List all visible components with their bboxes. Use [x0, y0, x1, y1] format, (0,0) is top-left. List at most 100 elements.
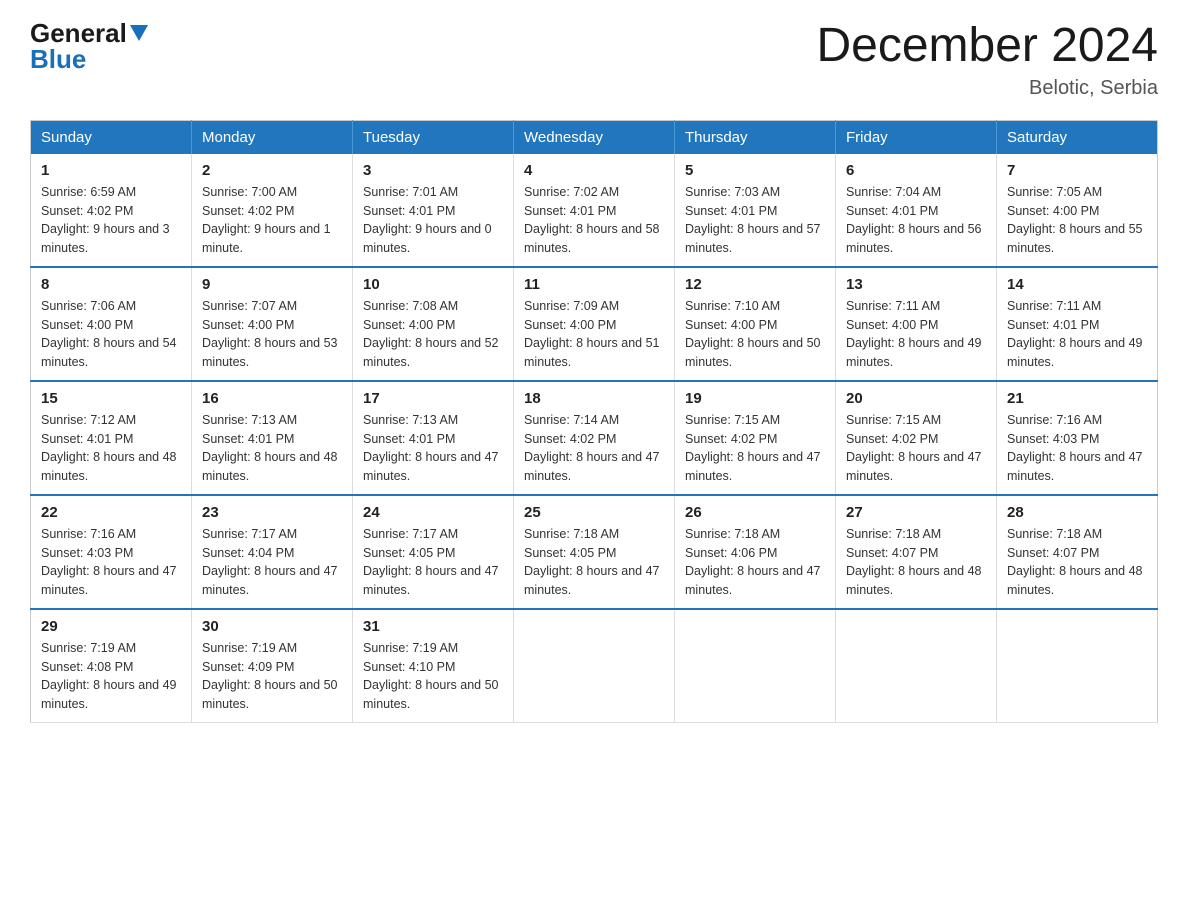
day-number: 3 — [363, 162, 503, 179]
table-row: 29 Sunrise: 7:19 AM Sunset: 4:08 PM Dayl… — [31, 609, 192, 723]
table-row: 2 Sunrise: 7:00 AM Sunset: 4:02 PM Dayli… — [192, 154, 353, 267]
table-row: 12 Sunrise: 7:10 AM Sunset: 4:00 PM Dayl… — [675, 267, 836, 381]
table-row — [675, 609, 836, 723]
table-row: 19 Sunrise: 7:15 AM Sunset: 4:02 PM Dayl… — [675, 381, 836, 495]
table-row: 11 Sunrise: 7:09 AM Sunset: 4:00 PM Dayl… — [514, 267, 675, 381]
header-thursday: Thursday — [675, 120, 836, 154]
table-row: 13 Sunrise: 7:11 AM Sunset: 4:00 PM Dayl… — [836, 267, 997, 381]
day-info: Sunrise: 7:15 AM Sunset: 4:02 PM Dayligh… — [685, 411, 825, 486]
day-number: 23 — [202, 504, 342, 521]
day-number: 15 — [41, 390, 181, 407]
day-number: 22 — [41, 504, 181, 521]
table-row: 5 Sunrise: 7:03 AM Sunset: 4:01 PM Dayli… — [675, 154, 836, 267]
day-info: Sunrise: 7:15 AM Sunset: 4:02 PM Dayligh… — [846, 411, 986, 486]
table-row: 16 Sunrise: 7:13 AM Sunset: 4:01 PM Dayl… — [192, 381, 353, 495]
day-number: 27 — [846, 504, 986, 521]
day-info: Sunrise: 7:17 AM Sunset: 4:04 PM Dayligh… — [202, 525, 342, 600]
calendar-table: Sunday Monday Tuesday Wednesday Thursday… — [30, 120, 1158, 723]
day-number: 10 — [363, 276, 503, 293]
table-row — [836, 609, 997, 723]
table-row: 9 Sunrise: 7:07 AM Sunset: 4:00 PM Dayli… — [192, 267, 353, 381]
day-info: Sunrise: 7:16 AM Sunset: 4:03 PM Dayligh… — [1007, 411, 1147, 486]
header-tuesday: Tuesday — [353, 120, 514, 154]
day-number: 2 — [202, 162, 342, 179]
day-number: 6 — [846, 162, 986, 179]
table-row: 26 Sunrise: 7:18 AM Sunset: 4:06 PM Dayl… — [675, 495, 836, 609]
day-number: 4 — [524, 162, 664, 179]
day-number: 9 — [202, 276, 342, 293]
table-row: 30 Sunrise: 7:19 AM Sunset: 4:09 PM Dayl… — [192, 609, 353, 723]
header-sunday: Sunday — [31, 120, 192, 154]
day-number: 29 — [41, 618, 181, 635]
calendar-subtitle: Belotic, Serbia — [816, 77, 1158, 100]
title-section: December 2024 Belotic, Serbia — [816, 20, 1158, 100]
calendar-title: December 2024 — [816, 20, 1158, 73]
day-info: Sunrise: 7:16 AM Sunset: 4:03 PM Dayligh… — [41, 525, 181, 600]
day-number: 16 — [202, 390, 342, 407]
day-info: Sunrise: 7:03 AM Sunset: 4:01 PM Dayligh… — [685, 183, 825, 258]
day-number: 30 — [202, 618, 342, 635]
day-info: Sunrise: 7:19 AM Sunset: 4:09 PM Dayligh… — [202, 639, 342, 714]
day-info: Sunrise: 7:18 AM Sunset: 4:07 PM Dayligh… — [846, 525, 986, 600]
day-number: 17 — [363, 390, 503, 407]
table-row — [997, 609, 1158, 723]
day-number: 11 — [524, 276, 664, 293]
day-number: 12 — [685, 276, 825, 293]
day-info: Sunrise: 7:07 AM Sunset: 4:00 PM Dayligh… — [202, 297, 342, 372]
calendar-week-2: 8 Sunrise: 7:06 AM Sunset: 4:00 PM Dayli… — [31, 267, 1158, 381]
day-number: 7 — [1007, 162, 1147, 179]
table-row: 21 Sunrise: 7:16 AM Sunset: 4:03 PM Dayl… — [997, 381, 1158, 495]
table-row: 1 Sunrise: 6:59 AM Sunset: 4:02 PM Dayli… — [31, 154, 192, 267]
calendar-header-row: Sunday Monday Tuesday Wednesday Thursday… — [31, 120, 1158, 154]
day-number: 20 — [846, 390, 986, 407]
table-row: 20 Sunrise: 7:15 AM Sunset: 4:02 PM Dayl… — [836, 381, 997, 495]
table-row: 8 Sunrise: 7:06 AM Sunset: 4:00 PM Dayli… — [31, 267, 192, 381]
day-info: Sunrise: 7:17 AM Sunset: 4:05 PM Dayligh… — [363, 525, 503, 600]
day-number: 28 — [1007, 504, 1147, 521]
table-row: 25 Sunrise: 7:18 AM Sunset: 4:05 PM Dayl… — [514, 495, 675, 609]
day-info: Sunrise: 7:02 AM Sunset: 4:01 PM Dayligh… — [524, 183, 664, 258]
day-info: Sunrise: 7:19 AM Sunset: 4:10 PM Dayligh… — [363, 639, 503, 714]
day-number: 18 — [524, 390, 664, 407]
logo-general: General — [30, 20, 148, 46]
day-info: Sunrise: 7:13 AM Sunset: 4:01 PM Dayligh… — [363, 411, 503, 486]
table-row: 24 Sunrise: 7:17 AM Sunset: 4:05 PM Dayl… — [353, 495, 514, 609]
table-row: 22 Sunrise: 7:16 AM Sunset: 4:03 PM Dayl… — [31, 495, 192, 609]
day-info: Sunrise: 7:13 AM Sunset: 4:01 PM Dayligh… — [202, 411, 342, 486]
page-header: General Blue December 2024 Belotic, Serb… — [30, 20, 1158, 100]
calendar-week-4: 22 Sunrise: 7:16 AM Sunset: 4:03 PM Dayl… — [31, 495, 1158, 609]
day-number: 25 — [524, 504, 664, 521]
day-info: Sunrise: 7:18 AM Sunset: 4:05 PM Dayligh… — [524, 525, 664, 600]
table-row: 4 Sunrise: 7:02 AM Sunset: 4:01 PM Dayli… — [514, 154, 675, 267]
day-info: Sunrise: 7:10 AM Sunset: 4:00 PM Dayligh… — [685, 297, 825, 372]
table-row: 28 Sunrise: 7:18 AM Sunset: 4:07 PM Dayl… — [997, 495, 1158, 609]
calendar-week-5: 29 Sunrise: 7:19 AM Sunset: 4:08 PM Dayl… — [31, 609, 1158, 723]
table-row: 7 Sunrise: 7:05 AM Sunset: 4:00 PM Dayli… — [997, 154, 1158, 267]
table-row: 15 Sunrise: 7:12 AM Sunset: 4:01 PM Dayl… — [31, 381, 192, 495]
day-number: 5 — [685, 162, 825, 179]
table-row: 6 Sunrise: 7:04 AM Sunset: 4:01 PM Dayli… — [836, 154, 997, 267]
day-number: 8 — [41, 276, 181, 293]
table-row: 18 Sunrise: 7:14 AM Sunset: 4:02 PM Dayl… — [514, 381, 675, 495]
table-row: 14 Sunrise: 7:11 AM Sunset: 4:01 PM Dayl… — [997, 267, 1158, 381]
day-info: Sunrise: 7:18 AM Sunset: 4:06 PM Dayligh… — [685, 525, 825, 600]
logo-triangle-icon — [130, 25, 148, 41]
day-info: Sunrise: 7:06 AM Sunset: 4:00 PM Dayligh… — [41, 297, 181, 372]
day-info: Sunrise: 7:00 AM Sunset: 4:02 PM Dayligh… — [202, 183, 342, 258]
day-number: 13 — [846, 276, 986, 293]
header-wednesday: Wednesday — [514, 120, 675, 154]
day-number: 31 — [363, 618, 503, 635]
day-number: 1 — [41, 162, 181, 179]
table-row: 23 Sunrise: 7:17 AM Sunset: 4:04 PM Dayl… — [192, 495, 353, 609]
day-number: 26 — [685, 504, 825, 521]
day-info: Sunrise: 7:01 AM Sunset: 4:01 PM Dayligh… — [363, 183, 503, 258]
calendar-week-1: 1 Sunrise: 6:59 AM Sunset: 4:02 PM Dayli… — [31, 154, 1158, 267]
day-number: 24 — [363, 504, 503, 521]
table-row: 10 Sunrise: 7:08 AM Sunset: 4:00 PM Dayl… — [353, 267, 514, 381]
day-number: 19 — [685, 390, 825, 407]
day-info: Sunrise: 7:14 AM Sunset: 4:02 PM Dayligh… — [524, 411, 664, 486]
day-info: Sunrise: 7:08 AM Sunset: 4:00 PM Dayligh… — [363, 297, 503, 372]
logo-blue: Blue — [30, 46, 148, 72]
table-row: 31 Sunrise: 7:19 AM Sunset: 4:10 PM Dayl… — [353, 609, 514, 723]
header-monday: Monday — [192, 120, 353, 154]
